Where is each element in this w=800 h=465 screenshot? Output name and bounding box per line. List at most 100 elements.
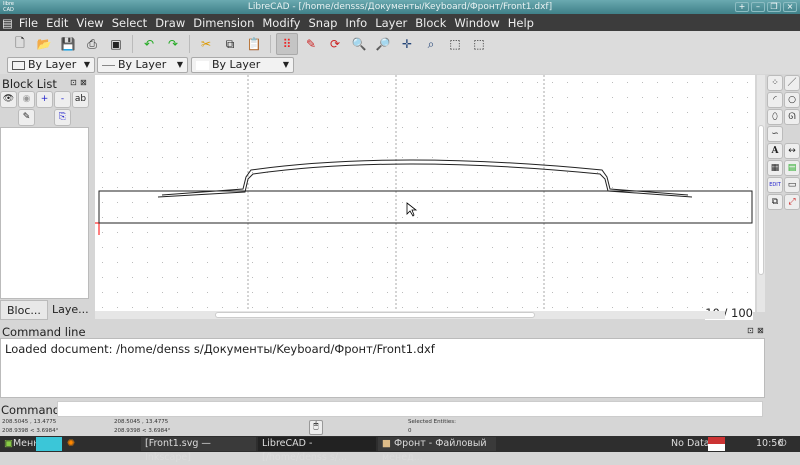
arc-icon[interactable]: ◜	[767, 92, 783, 108]
ellipse-icon[interactable]: ⬯	[767, 109, 783, 125]
zoom-in-icon[interactable]: 🔍	[348, 33, 370, 55]
linewidth-value: By Layer	[212, 58, 261, 71]
tab-blocks[interactable]: Bloc...	[0, 300, 48, 320]
menu-info[interactable]: Info	[341, 16, 371, 30]
redraw-icon[interactable]: ⟳	[324, 33, 346, 55]
edit-block-icon[interactable]: ✎	[18, 109, 35, 126]
task-file-manager[interactable]: ■ Фронт - Файловый менед...	[378, 437, 496, 463]
menu-view[interactable]: View	[72, 16, 107, 30]
close-icon[interactable]: ⊠	[757, 326, 764, 335]
remove-block-icon[interactable]: -	[54, 91, 71, 108]
polyline-icon[interactable]: ᘏ	[784, 109, 800, 125]
menu-layer[interactable]: Layer	[371, 16, 411, 30]
menu-select[interactable]: Select	[108, 16, 151, 30]
taskbar: ▣Меню ✺ [Front1.svg — Inkscape] LibreCAD…	[0, 436, 800, 463]
close-icon[interactable]: ⊠	[80, 78, 87, 87]
block-list[interactable]	[0, 127, 89, 299]
new-file-icon[interactable]: 🗋	[9, 33, 31, 55]
task-librecad[interactable]: LibreCAD - [/home/denss s/...	[258, 437, 376, 463]
command-input[interactable]	[57, 401, 763, 417]
dimension-icon[interactable]: ↔	[784, 143, 800, 159]
relative-cartesian: 208.5045 , 13.4775	[114, 419, 169, 425]
paste-icon[interactable]: 📋	[243, 33, 265, 55]
grid-icon[interactable]: ⠿	[276, 33, 298, 55]
print-preview-icon[interactable]: ▣	[105, 33, 127, 55]
image-icon[interactable]: ▤	[784, 160, 800, 176]
task-label: Фронт - Файловый менед...	[382, 438, 487, 463]
command-label: Command:	[1, 403, 64, 417]
spline-icon[interactable]: ∽	[767, 126, 783, 142]
linewidth-select[interactable]: By Layer ▼	[191, 57, 294, 73]
redo-icon[interactable]: ↷	[162, 33, 184, 55]
menu-dimension[interactable]: Dimension	[189, 16, 258, 30]
zoom-out-icon[interactable]: 🔎	[372, 33, 394, 55]
block-icon[interactable]: ⧉	[767, 194, 783, 210]
float-icon[interactable]: ⊡	[747, 326, 754, 335]
drawing-canvas[interactable]: 10 / 100	[95, 75, 755, 320]
menu-draw[interactable]: Draw	[151, 16, 189, 30]
folder-icon: ■	[382, 438, 394, 449]
menu-help[interactable]: Help	[504, 16, 538, 30]
minimize-button[interactable]: –	[751, 2, 765, 12]
network-label: No Data	[671, 438, 710, 449]
task-label: LibreCAD - [/home/denss s/...	[262, 438, 348, 463]
selected-entities-label: Selected Entities:	[408, 419, 457, 425]
open-file-icon[interactable]: 📂	[33, 33, 55, 55]
color-select[interactable]: By Layer ▼	[7, 57, 95, 73]
zoom-previous-icon[interactable]: ⌕	[420, 33, 442, 55]
menu-edit[interactable]: Edit	[42, 16, 72, 30]
measure-icon[interactable]: ▭	[784, 177, 800, 193]
window-title: LibreCAD - [/home/densss/Документы/Keybo…	[247, 2, 553, 12]
modify-icon[interactable]: EDIT	[767, 177, 783, 193]
task-label: [Front1.svg — Inkscape]	[145, 438, 211, 463]
librecad-launcher[interactable]	[36, 437, 62, 451]
menu-window[interactable]: Window	[450, 16, 503, 30]
menu-block[interactable]: Block	[411, 16, 450, 30]
linetype-value: By Layer	[118, 58, 167, 71]
zoom-pan-icon[interactable]: ⬚	[468, 33, 490, 55]
command-line-title: Command line	[2, 325, 86, 339]
menu-modify[interactable]: Modify	[258, 16, 304, 30]
cut-icon[interactable]: ✂	[195, 33, 217, 55]
insert-block-icon[interactable]: ⎘	[54, 109, 71, 126]
absolute-cartesian: 208.5045 , 13.4775	[2, 419, 57, 425]
line-icon[interactable]: ／	[784, 75, 800, 91]
menu-file[interactable]: File	[15, 16, 42, 30]
hide-all-blocks-icon[interactable]: ◉	[18, 91, 35, 108]
network-status[interactable]: No Data	[667, 437, 710, 451]
relative-polar: 208.9398 < 3.6984°	[114, 428, 171, 434]
zoom-auto-icon[interactable]: ✛	[396, 33, 418, 55]
selected-entities-count: 0	[408, 428, 412, 434]
blender-launcher[interactable]: ✺	[63, 437, 85, 451]
rename-block-icon[interactable]: ab	[72, 91, 89, 108]
linetype-select[interactable]: By Layer ▼	[97, 57, 188, 73]
hatch-icon[interactable]: ▦	[767, 160, 783, 176]
vertical-scrollbar[interactable]	[757, 75, 765, 312]
float-icon[interactable]: ⊡	[70, 78, 77, 87]
show-all-blocks-icon[interactable]: 👁	[0, 91, 17, 108]
print-icon[interactable]: ⎙	[81, 33, 103, 55]
maximize-button[interactable]: ❐	[767, 2, 781, 12]
add-block-icon[interactable]: +	[36, 91, 53, 108]
copy-icon[interactable]: ⧉	[219, 33, 241, 55]
circle-icon[interactable]: ○	[784, 92, 800, 108]
add-button[interactable]: +	[735, 2, 749, 12]
tab-layers[interactable]: Laye...	[46, 300, 95, 320]
undo-icon[interactable]: ↶	[138, 33, 160, 55]
snap-icon[interactable]: ⤢	[784, 194, 800, 210]
start-menu-button[interactable]: ▣Меню	[0, 437, 41, 451]
draft-icon[interactable]: ✎	[300, 33, 322, 55]
mouse-icon: 🖱	[309, 420, 323, 435]
text-icon[interactable]: A	[767, 143, 783, 159]
close-button[interactable]: ×	[783, 2, 797, 12]
zoom-window-icon[interactable]: ⬚	[444, 33, 466, 55]
menu-bar: ▤ File Edit View Select Draw Dimension M…	[0, 14, 800, 42]
points-icon[interactable]: ⁘	[767, 75, 783, 91]
power-icon[interactable]: ⏻	[775, 437, 787, 451]
horizontal-scrollbar[interactable]	[95, 311, 725, 319]
main-toolbar: 🗋 📂 💾 ⎙ ▣ ↶ ↷ ✂ ⧉ 📋 ⠿ ✎ ⟳ 🔍 🔎 ✛ ⌕ ⬚ ⬚	[0, 31, 800, 57]
keyboard-layout-flag-icon[interactable]	[708, 437, 725, 451]
save-icon[interactable]: 💾	[57, 33, 79, 55]
task-inkscape[interactable]: [Front1.svg — Inkscape]	[141, 437, 256, 463]
menu-snap[interactable]: Snap	[304, 16, 341, 30]
